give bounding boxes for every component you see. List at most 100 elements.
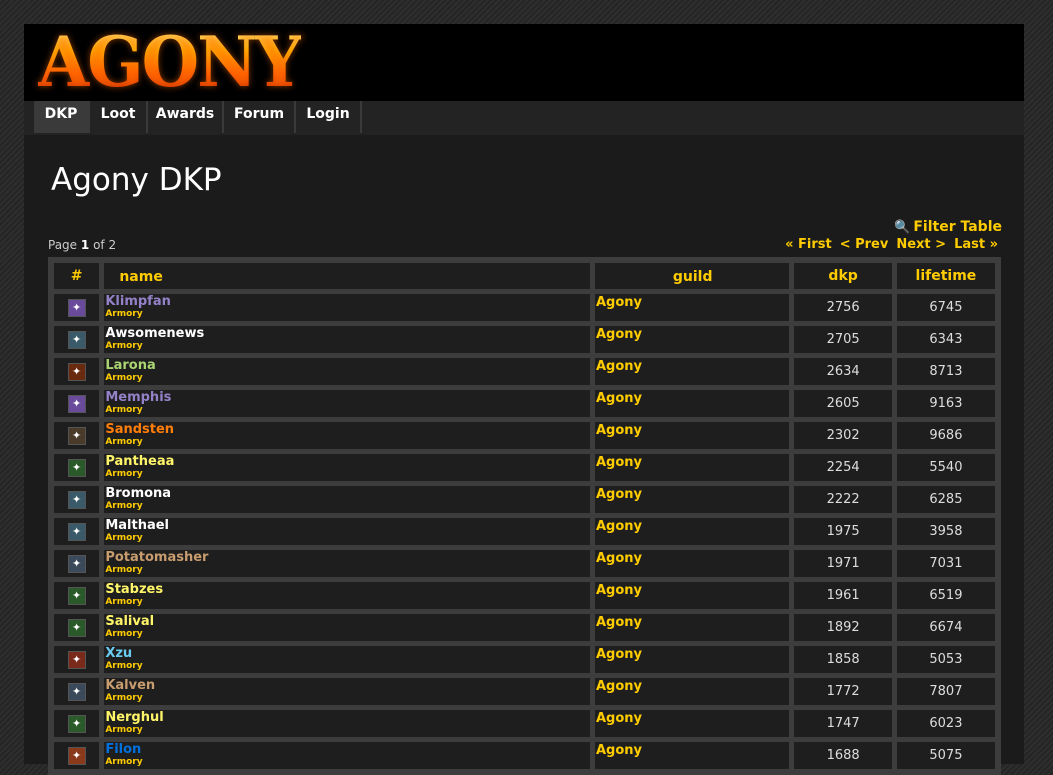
player-name-link[interactable]: Nerghul: [105, 711, 590, 725]
first-page-link[interactable]: « First: [785, 237, 832, 252]
nav-awards[interactable]: Awards: [148, 101, 224, 133]
class-icon: ✦: [67, 650, 86, 669]
last-page-link[interactable]: Last »: [954, 237, 998, 252]
guild-link[interactable]: Agony: [596, 455, 642, 470]
page-current: 1: [80, 238, 90, 252]
guild-link[interactable]: Agony: [596, 551, 642, 566]
player-name-link[interactable]: Malthael: [105, 519, 590, 533]
name-cell: Larona Armory: [103, 357, 591, 386]
header-lifetime[interactable]: lifetime: [895, 262, 996, 290]
guild-link[interactable]: Agony: [596, 519, 642, 534]
main-nav: DKP Loot Awards Forum Login: [24, 101, 1024, 135]
armory-link[interactable]: Armory: [105, 661, 590, 672]
nav-dkp[interactable]: DKP: [34, 101, 90, 133]
guild-link[interactable]: Agony: [596, 487, 642, 502]
table-row: ✦ Bromona Armory Agony 2222 6285: [53, 485, 996, 514]
class-icon: ✦: [67, 458, 86, 477]
player-name-link[interactable]: Bromona: [105, 487, 590, 501]
armory-link[interactable]: Armory: [105, 501, 590, 512]
class-icon-cell: ✦: [53, 453, 101, 482]
guild-link[interactable]: Agony: [596, 423, 642, 438]
armory-link[interactable]: Armory: [105, 757, 590, 768]
guild-cell: Agony: [593, 453, 791, 482]
page-prefix: Page: [48, 238, 78, 252]
table-row: ✦ Klimpfan Armory Agony 2756 6745: [53, 293, 996, 322]
class-icon: ✦: [67, 490, 86, 509]
name-cell: Potatomasher Armory: [103, 549, 591, 578]
nav-forum[interactable]: Forum: [224, 101, 296, 133]
table-row: ✦ Memphis Armory Agony 2605 9163: [53, 389, 996, 418]
prev-page-link[interactable]: < Prev: [840, 237, 889, 252]
player-name-link[interactable]: Awsomenews: [105, 327, 590, 341]
class-icon: ✦: [67, 714, 86, 733]
table-row: ✦ Potatomasher Armory Agony 1971 7031: [53, 549, 996, 578]
name-cell: Klimpfan Armory: [103, 293, 591, 322]
guild-link[interactable]: Agony: [596, 711, 642, 726]
next-page-link[interactable]: Next >: [896, 237, 946, 252]
table-header-row: # name guild dkp lifetime: [53, 262, 996, 290]
header-guild[interactable]: guild: [593, 262, 791, 290]
header-index[interactable]: #: [53, 262, 101, 290]
lifetime-value: 6285: [895, 485, 996, 514]
name-cell: Nerghul Armory: [103, 709, 591, 738]
class-icon-cell: ✦: [53, 517, 101, 546]
armory-link[interactable]: Armory: [105, 693, 590, 704]
armory-link[interactable]: Armory: [105, 629, 590, 640]
guild-cell: Agony: [593, 677, 791, 706]
player-name-link[interactable]: Xzu: [105, 647, 590, 661]
player-name-link[interactable]: Pantheaa: [105, 455, 590, 469]
armory-link[interactable]: Armory: [105, 469, 590, 480]
armory-link[interactable]: Armory: [105, 533, 590, 544]
name-cell: Malthael Armory: [103, 517, 591, 546]
guild-link[interactable]: Agony: [596, 295, 642, 310]
guild-link[interactable]: Agony: [596, 327, 642, 342]
nav-loot[interactable]: Loot: [90, 101, 148, 133]
guild-link[interactable]: Agony: [596, 391, 642, 406]
table-row: ✦ Salival Armory Agony 1892 6674: [53, 613, 996, 642]
dkp-value: 1971: [793, 549, 893, 578]
guild-link[interactable]: Agony: [596, 615, 642, 630]
player-name-link[interactable]: Potatomasher: [105, 551, 590, 565]
header-dkp[interactable]: dkp: [793, 262, 893, 290]
armory-link[interactable]: Armory: [105, 405, 590, 416]
guild-link[interactable]: Agony: [596, 647, 642, 662]
guild-cell: Agony: [593, 549, 791, 578]
armory-link[interactable]: Armory: [105, 309, 590, 320]
guild-cell: Agony: [593, 709, 791, 738]
dkp-value: 2605: [793, 389, 893, 418]
player-name-link[interactable]: Larona: [105, 359, 590, 373]
class-icon: ✦: [67, 522, 86, 541]
armory-link[interactable]: Armory: [105, 565, 590, 576]
guild-link[interactable]: Agony: [596, 679, 642, 694]
player-name-link[interactable]: Sandsten: [105, 423, 590, 437]
filter-table-button[interactable]: 🔍 Filter Table: [894, 219, 1002, 235]
player-name-link[interactable]: Klimpfan: [105, 295, 590, 309]
nav-login[interactable]: Login: [296, 101, 362, 133]
armory-link[interactable]: Armory: [105, 373, 590, 384]
page-info: Page 1 of 2: [48, 238, 116, 252]
player-name-link[interactable]: Kalven: [105, 679, 590, 693]
guild-link[interactable]: Agony: [596, 743, 642, 758]
dkp-value: 1772: [793, 677, 893, 706]
player-name-link[interactable]: Salival: [105, 615, 590, 629]
agony-logo[interactable]: AGONY: [38, 24, 308, 100]
armory-link[interactable]: Armory: [105, 437, 590, 448]
lifetime-value: 9686: [895, 421, 996, 450]
lifetime-value: 9163: [895, 389, 996, 418]
player-name-link[interactable]: Memphis: [105, 391, 590, 405]
table-row: ✦ Sandsten Armory Agony 2302 9686: [53, 421, 996, 450]
table-row: ✦ Pantheaa Armory Agony 2254 5540: [53, 453, 996, 482]
player-name-link[interactable]: Filon: [105, 743, 590, 757]
armory-link[interactable]: Armory: [105, 597, 590, 608]
player-name-link[interactable]: Stabzes: [105, 583, 590, 597]
armory-link[interactable]: Armory: [105, 341, 590, 352]
dkp-value: 2254: [793, 453, 893, 482]
header-name[interactable]: name: [103, 262, 591, 290]
class-icon-cell: ✦: [53, 645, 101, 674]
filter-table-label: Filter Table: [913, 219, 1002, 235]
armory-link[interactable]: Armory: [105, 725, 590, 736]
class-icon: ✦: [67, 298, 86, 317]
guild-link[interactable]: Agony: [596, 583, 642, 598]
guild-link[interactable]: Agony: [596, 359, 642, 374]
class-icon-cell: ✦: [53, 357, 101, 386]
